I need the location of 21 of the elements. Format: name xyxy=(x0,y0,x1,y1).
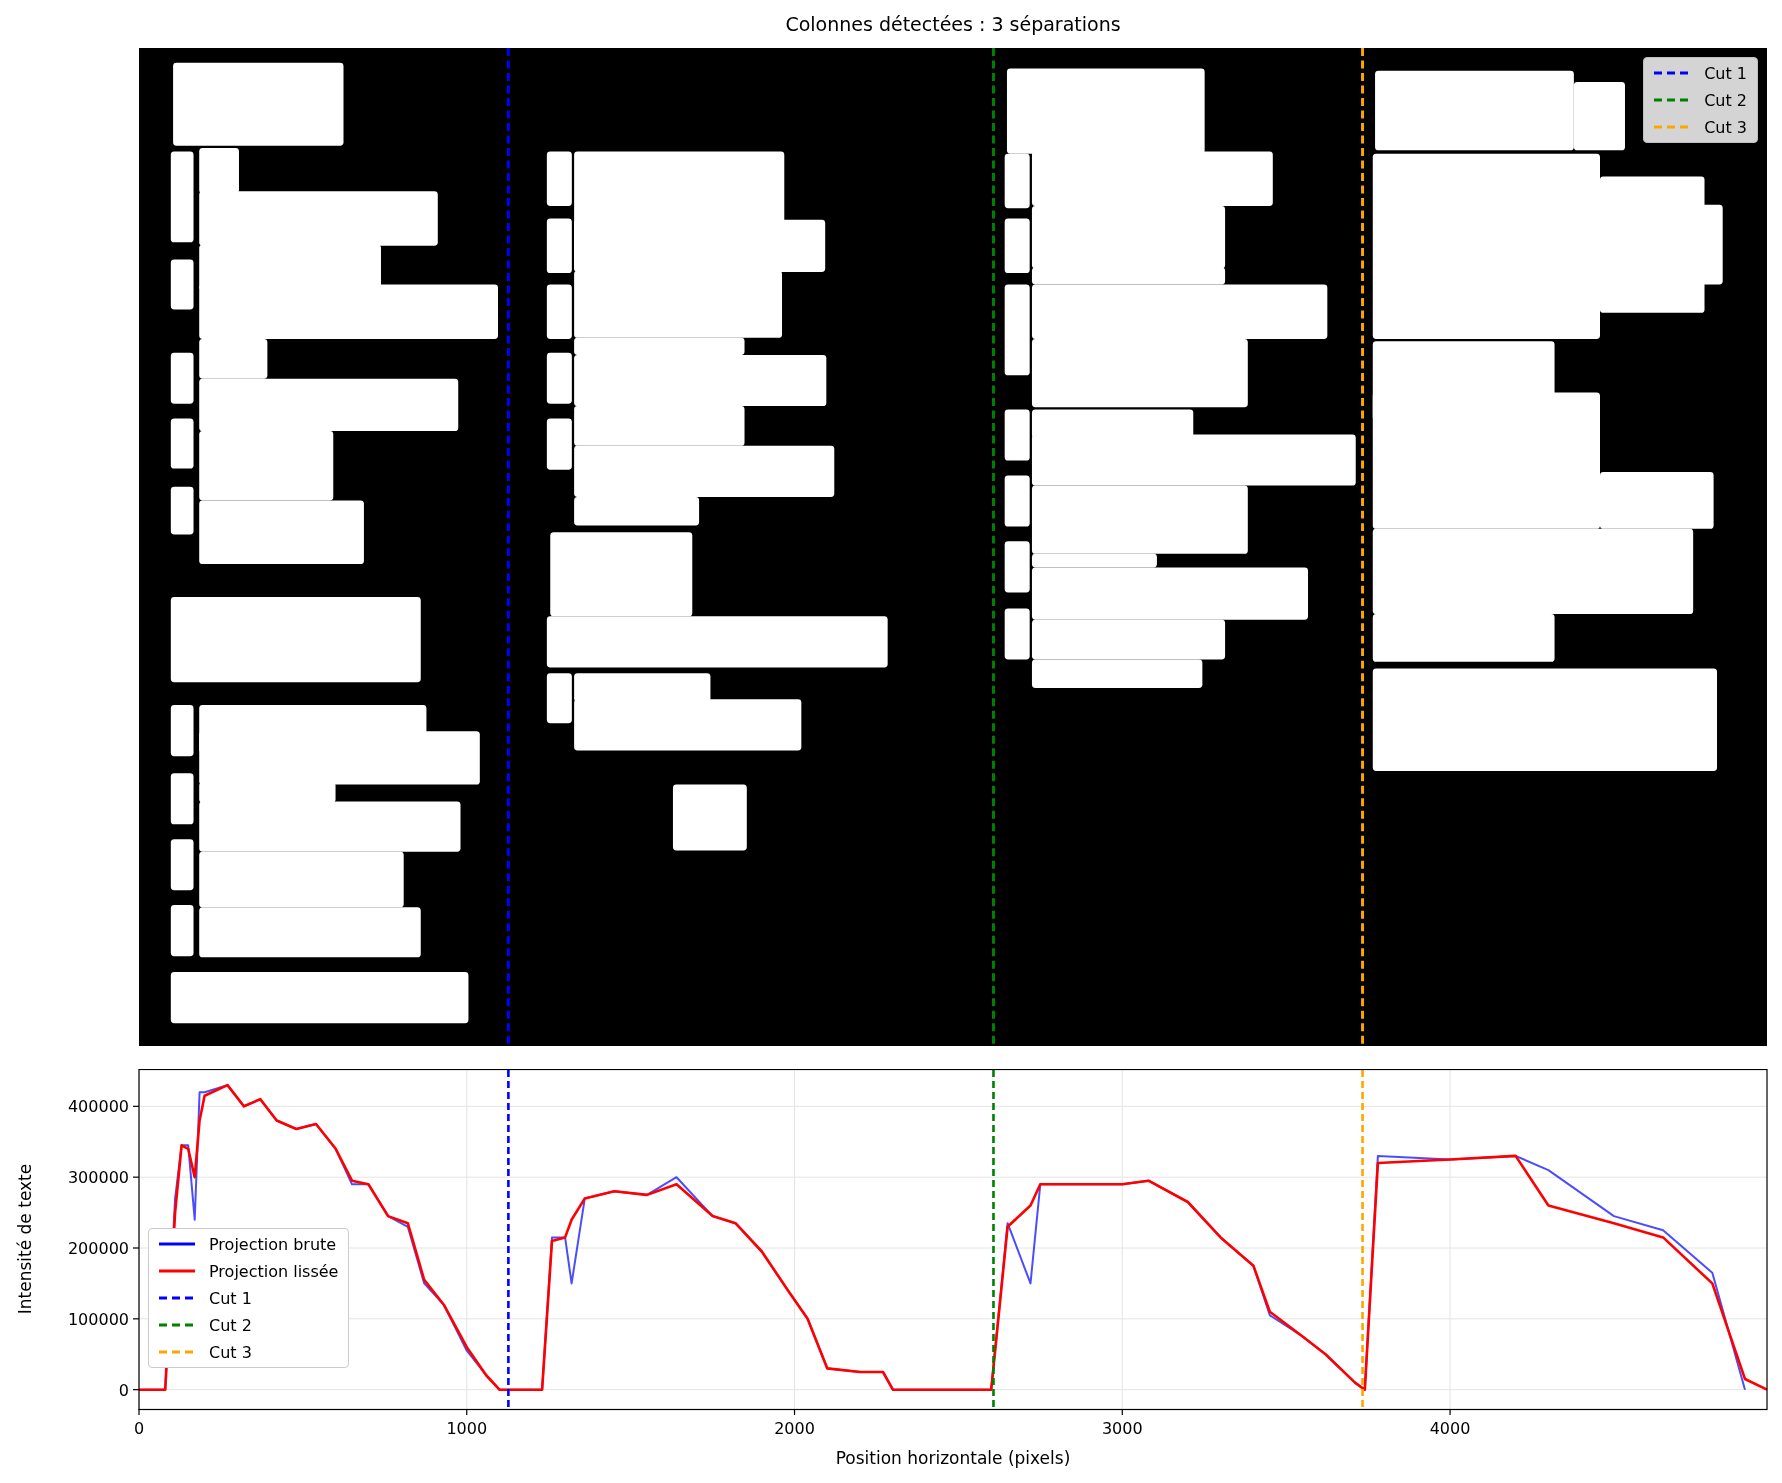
tick-label: 3000 xyxy=(1101,1419,1143,1438)
tick-label: 100000 xyxy=(67,1309,129,1329)
figure-title: Colonnes détectées : 3 séparations xyxy=(785,13,1121,35)
legend-label: Projection lissée xyxy=(209,1261,339,1281)
tick-label: 2000 xyxy=(774,1419,815,1438)
tick-label: 1000 xyxy=(446,1419,488,1438)
legend-label: Cut 2 xyxy=(209,1315,252,1335)
legend-label: Projection brute xyxy=(209,1234,337,1254)
y-axis-label: Intensité de texte xyxy=(15,1163,35,1315)
tick-label: 4000 xyxy=(1429,1419,1471,1438)
tick-label: 400000 xyxy=(67,1097,129,1117)
tick-label: 0 xyxy=(118,1380,129,1400)
legend-label: Cut 1 xyxy=(209,1288,252,1308)
x-axis-label: Position horizontale (pixels) xyxy=(835,1448,1071,1468)
legend-label: Cut 3 xyxy=(1704,117,1747,137)
tick-label: 0 xyxy=(133,1419,145,1438)
legend-label: Cut 1 xyxy=(1704,63,1747,83)
legend-label: Cut 2 xyxy=(1704,90,1747,110)
tick-label: 300000 xyxy=(67,1168,129,1188)
tick-label: 200000 xyxy=(67,1239,129,1258)
legend-label: Cut 3 xyxy=(209,1342,252,1362)
